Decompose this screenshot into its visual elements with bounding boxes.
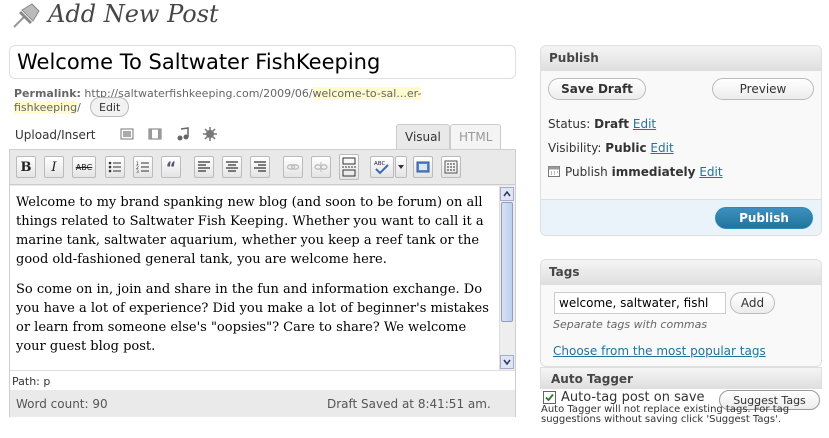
unlink-icon bbox=[314, 162, 328, 172]
bullet-list-icon bbox=[108, 161, 121, 173]
visibility-label: Visibility: bbox=[548, 141, 602, 155]
publish-schedule-label: Publish bbox=[565, 165, 608, 179]
edit-schedule-link[interactable]: Edit bbox=[699, 165, 722, 179]
tab-visual[interactable]: Visual bbox=[396, 124, 450, 150]
insert-link-button[interactable] bbox=[283, 156, 303, 178]
spellcheck-label: ABC bbox=[374, 161, 385, 167]
save-draft-button[interactable]: Save Draft bbox=[548, 78, 646, 100]
auto-tagger-note: Auto Tagger will not replace existing ta… bbox=[541, 404, 790, 425]
align-left-icon bbox=[198, 161, 210, 172]
spellcheck-language-dropdown[interactable] bbox=[395, 156, 407, 178]
calendar-icon bbox=[548, 166, 560, 177]
more-tag-icon bbox=[342, 157, 356, 177]
tags-box-title[interactable]: Tags bbox=[541, 260, 821, 285]
spellcheck-icon: ABC bbox=[374, 161, 389, 175]
scrollbar-thumb[interactable] bbox=[501, 202, 513, 322]
align-center-icon bbox=[226, 161, 238, 172]
chevron-down-icon bbox=[503, 359, 511, 365]
fullscreen-button[interactable] bbox=[413, 156, 433, 178]
post-content-editor[interactable]: Welcome to my brand spanking new blog (a… bbox=[10, 186, 499, 370]
content-paragraph: Welcome to my brand spanking new blog (a… bbox=[16, 195, 484, 267]
publish-schedule-value: immediately bbox=[611, 165, 696, 179]
edit-status-link[interactable]: Edit bbox=[633, 117, 656, 131]
link-icon bbox=[286, 164, 300, 170]
popular-tags-link[interactable]: Choose from the most popular tags bbox=[553, 344, 766, 358]
kitchen-sink-icon bbox=[444, 160, 458, 174]
page-title: Add New Post bbox=[48, 0, 219, 28]
visibility-value: Public bbox=[605, 141, 647, 155]
align-right-icon bbox=[254, 161, 266, 172]
align-left-button[interactable] bbox=[194, 156, 214, 178]
auto-tagger-title[interactable]: Auto Tagger bbox=[540, 367, 822, 389]
post-title-input[interactable] bbox=[9, 45, 516, 79]
post-visibility: Visibility: Public Edit bbox=[548, 141, 674, 155]
permalink-label: Permalink: bbox=[14, 87, 81, 100]
spellcheck-button[interactable]: ABC bbox=[370, 156, 394, 178]
permalink: Permalink: http://saltwaterfishkeeping.c… bbox=[14, 87, 454, 115]
blockquote-button[interactable]: “ bbox=[161, 156, 181, 178]
content-paragraph: So come on in, join and share in the fun… bbox=[16, 282, 489, 354]
insert-more-tag-button[interactable] bbox=[339, 154, 359, 180]
bold-button[interactable]: B bbox=[16, 156, 36, 178]
preview-button[interactable]: Preview bbox=[712, 78, 814, 100]
permalink-end: / bbox=[77, 101, 81, 114]
italic-button[interactable]: I bbox=[44, 156, 64, 178]
media-icon[interactable] bbox=[203, 127, 217, 141]
tags-hint: Separate tags with commas bbox=[553, 318, 708, 331]
editor-path: Path: p bbox=[10, 370, 515, 390]
auto-tag-checkbox[interactable] bbox=[543, 391, 556, 404]
add-tag-button[interactable]: Add bbox=[730, 292, 775, 314]
bullet-list-button[interactable] bbox=[105, 156, 125, 178]
tab-html[interactable]: HTML bbox=[450, 124, 502, 150]
audio-icon[interactable] bbox=[176, 127, 190, 141]
numbered-list-icon: 123 bbox=[136, 161, 149, 174]
chevron-up-icon bbox=[503, 191, 511, 197]
scroll-up-arrow[interactable] bbox=[500, 187, 514, 201]
edit-permalink-button[interactable]: Edit bbox=[90, 97, 130, 117]
edit-visibility-link[interactable]: Edit bbox=[650, 141, 673, 155]
auto-tag-label: Auto-tag post on save bbox=[561, 390, 705, 405]
svg-text:3: 3 bbox=[136, 169, 139, 174]
pushpin-icon bbox=[13, 3, 40, 28]
fullscreen-icon bbox=[416, 161, 430, 173]
tags-input[interactable] bbox=[554, 292, 726, 314]
image-icon[interactable] bbox=[120, 127, 134, 141]
upload-insert-label: Upload/Insert bbox=[15, 128, 96, 142]
kitchen-sink-button[interactable] bbox=[441, 156, 461, 178]
video-icon[interactable] bbox=[148, 127, 162, 141]
publish-schedule: Publish immediately Edit bbox=[565, 165, 723, 179]
draft-saved-status: Draft Saved at 8:41:51 am. bbox=[327, 397, 491, 411]
align-center-button[interactable] bbox=[222, 156, 242, 178]
publish-button[interactable]: Publish bbox=[715, 207, 813, 229]
post-status: Status: Draft Edit bbox=[548, 117, 656, 131]
unlink-button[interactable] bbox=[311, 156, 331, 178]
word-count: Word count: 90 bbox=[16, 397, 108, 411]
numbered-list-button[interactable]: 123 bbox=[133, 156, 153, 178]
align-right-button[interactable] bbox=[250, 156, 270, 178]
status-value: Draft bbox=[594, 117, 630, 131]
checkmark-icon bbox=[545, 393, 554, 402]
status-label: Status: bbox=[548, 117, 591, 131]
strikethrough-button[interactable]: ABC bbox=[72, 156, 96, 178]
scroll-down-arrow[interactable] bbox=[500, 355, 514, 369]
publish-box-title[interactable]: Publish bbox=[541, 46, 821, 71]
chevron-down-icon bbox=[398, 165, 404, 169]
